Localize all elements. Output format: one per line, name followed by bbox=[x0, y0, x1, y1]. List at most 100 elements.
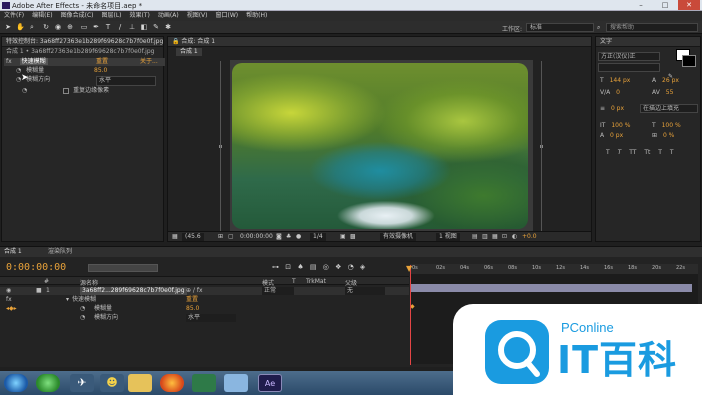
keyframe-nav[interactable]: ◂◆▸ bbox=[6, 305, 17, 313]
keyframe-nav-icon[interactable]: ◈ bbox=[360, 263, 365, 271]
brush-icon[interactable]: / bbox=[116, 23, 124, 31]
font-style-dropdown[interactable] bbox=[598, 63, 660, 72]
brainstorm-icon[interactable]: ❖ bbox=[335, 263, 341, 271]
subscript-button[interactable]: T bbox=[670, 149, 674, 156]
tsume-value[interactable]: 0 % bbox=[663, 132, 674, 139]
effect-row-fast-blur[interactable]: fx 快速模糊 重置 关于... bbox=[4, 58, 165, 66]
font-size-value[interactable]: 144 px bbox=[610, 77, 631, 84]
workspace-select[interactable]: 标准 bbox=[526, 23, 594, 32]
puppet-icon[interactable]: ✱ bbox=[164, 23, 172, 31]
composition-subtab[interactable]: 合成 1 bbox=[176, 48, 202, 56]
eraser-icon[interactable]: ◧ bbox=[140, 23, 148, 31]
visibility-icon[interactable]: ◉ bbox=[6, 287, 11, 295]
region-icon[interactable]: ▣ bbox=[340, 233, 346, 241]
timeline-timecode[interactable]: 0:00:00:00 bbox=[6, 262, 66, 273]
text-icon[interactable]: T bbox=[104, 23, 112, 31]
app-bird-icon[interactable]: ✈ bbox=[70, 374, 94, 392]
zoom-dropdown[interactable]: (45.6 bbox=[182, 233, 204, 241]
qq-icon[interactable]: ☻ bbox=[100, 374, 124, 392]
zoom-icon[interactable]: ⌕ bbox=[28, 23, 36, 31]
menu-effect[interactable]: 效果(T) bbox=[126, 11, 154, 21]
playhead-handle[interactable]: ▼ bbox=[406, 264, 412, 273]
media-player-icon[interactable] bbox=[192, 374, 216, 392]
all-caps-button[interactable]: TT bbox=[629, 149, 636, 156]
show-snapshot-icon[interactable]: ♣ bbox=[286, 233, 291, 241]
timeline-icon[interactable]: ▦ bbox=[492, 233, 498, 241]
mask-icon[interactable]: ▢ bbox=[228, 233, 234, 241]
toggle-pixel-icon[interactable]: ▤ bbox=[472, 233, 478, 241]
playhead[interactable] bbox=[410, 265, 411, 365]
frame-blend-icon[interactable]: ▤ bbox=[310, 263, 317, 271]
layer-row[interactable]: ◉ ■ 1 3a68ff2...289f69628c7b7f0e0f.jpg ⊕… bbox=[0, 287, 409, 295]
effect-controls-tab[interactable]: 特效控制台: 3a68ff27363e1b289f69628c7b7f0e0f.… bbox=[2, 37, 163, 47]
pan-behind-icon[interactable]: ⊕ bbox=[66, 23, 74, 31]
layer-duration-bar[interactable] bbox=[410, 284, 692, 292]
layer-name[interactable]: 3a68ff2...289f69628c7b7f0e0f.jpg bbox=[80, 287, 187, 295]
small-caps-button[interactable]: Tt bbox=[644, 149, 650, 156]
search-help-input[interactable]: 搜索帮助 bbox=[606, 23, 698, 32]
baseline-value[interactable]: 0 px bbox=[610, 132, 623, 139]
maximize-button[interactable]: □ bbox=[654, 0, 676, 10]
resolution-dropdown[interactable]: 1/4 bbox=[310, 233, 326, 241]
rectangle-icon[interactable]: ▭ bbox=[80, 23, 88, 31]
vertical-scale-value[interactable]: 100 % bbox=[611, 122, 630, 129]
window-app-icon[interactable] bbox=[224, 374, 248, 392]
minimize-button[interactable]: – bbox=[630, 0, 652, 10]
menu-view[interactable]: 视图(V) bbox=[183, 11, 212, 21]
stroke-width-value[interactable]: 0 px bbox=[611, 105, 624, 112]
app-360-icon[interactable] bbox=[36, 374, 60, 392]
exposure-value[interactable]: +0.0 bbox=[522, 233, 537, 241]
fast-preview-icon[interactable]: ▥ bbox=[482, 233, 488, 241]
draft-3d-icon[interactable]: ⊡ bbox=[285, 263, 291, 271]
select-icon[interactable]: ➤ bbox=[4, 23, 12, 31]
character-tab[interactable]: 文字 bbox=[596, 37, 700, 47]
stopwatch-icon[interactable]: ◔ bbox=[80, 305, 85, 313]
repeat-edges-checkbox[interactable] bbox=[63, 87, 70, 94]
clone-icon[interactable]: ⊥ bbox=[128, 23, 136, 31]
timeline-direction-dropdown[interactable]: 水平 bbox=[186, 314, 236, 322]
effect-expand-icon[interactable]: ▾ bbox=[66, 296, 69, 304]
leading-value[interactable]: 26 px bbox=[662, 77, 679, 84]
after-effects-taskbar-icon[interactable]: Ae bbox=[258, 374, 282, 392]
superscript-button[interactable]: T bbox=[658, 149, 662, 156]
views-dropdown[interactable]: 1 视图 bbox=[436, 233, 460, 241]
tracking-value[interactable]: 55 bbox=[666, 89, 674, 96]
stroke-color-swatch[interactable] bbox=[682, 55, 696, 67]
faux-bold-button[interactable]: T bbox=[606, 149, 610, 156]
timeline-effect-reset[interactable]: 重置 bbox=[186, 296, 198, 304]
menu-window[interactable]: 窗口(W) bbox=[211, 11, 242, 21]
time-ruler[interactable]: 0s 02s 04s 06s 08s 10s 12s 14s 16s 18s 2… bbox=[410, 264, 698, 274]
effect-about-link[interactable]: 关于... bbox=[140, 58, 158, 66]
stroke-mode-dropdown[interactable]: 在描边上填充 bbox=[640, 104, 698, 113]
firefox-icon[interactable] bbox=[160, 374, 184, 392]
comp-timecode[interactable]: 0:00:00:00 bbox=[240, 233, 273, 241]
camera-dropdown[interactable]: 有效摄像机 bbox=[380, 233, 417, 241]
shy-layers-icon[interactable]: ♠ bbox=[297, 263, 303, 271]
direction-row[interactable]: ◔ 模糊方向 水平 bbox=[0, 314, 409, 322]
timeline-blurriness-value[interactable]: 85.0 bbox=[186, 305, 199, 313]
snapshot-icon[interactable]: ◙ bbox=[276, 233, 282, 241]
menu-edit[interactable]: 编辑(E) bbox=[28, 11, 56, 21]
timeline-search-input[interactable] bbox=[88, 264, 158, 272]
layer-mode-dropdown[interactable]: 正常 bbox=[262, 287, 294, 295]
transparency-icon[interactable]: ▩ bbox=[350, 233, 356, 241]
font-family-dropdown[interactable]: 方正(汉仪)正 bbox=[598, 52, 660, 61]
menu-file[interactable]: 文件(F) bbox=[0, 11, 28, 21]
parent-dropdown[interactable]: 无 bbox=[345, 287, 385, 295]
grid-icon[interactable]: ▦ bbox=[172, 233, 178, 241]
start-button-icon[interactable] bbox=[4, 374, 28, 392]
channel-icon[interactable]: ● bbox=[296, 233, 301, 241]
horizontal-scale-value[interactable]: 100 % bbox=[662, 122, 681, 129]
pen-icon[interactable]: ✒ bbox=[92, 23, 100, 31]
timeline-tab-render-queue[interactable]: 渲染队列 bbox=[48, 248, 72, 256]
menu-animation[interactable]: 动画(A) bbox=[154, 11, 183, 21]
motion-blur-icon[interactable]: ◎ bbox=[323, 263, 329, 271]
exposure-icon[interactable]: ◐ bbox=[512, 233, 517, 241]
effect-row[interactable]: fx ▾ 快速模糊 重置 bbox=[0, 296, 409, 304]
graph-editor-icon[interactable]: ◔ bbox=[348, 263, 354, 271]
stopwatch-icon[interactable]: ◔ bbox=[80, 314, 85, 322]
timeline-tab-comp1[interactable]: 合成 1 bbox=[4, 248, 22, 256]
composition-tab[interactable]: 🔒 合成: 合成 1 bbox=[168, 37, 591, 47]
layer-switch-icons[interactable]: ⊕ / fx bbox=[186, 287, 203, 295]
hand-icon[interactable]: ✋ bbox=[16, 23, 25, 31]
